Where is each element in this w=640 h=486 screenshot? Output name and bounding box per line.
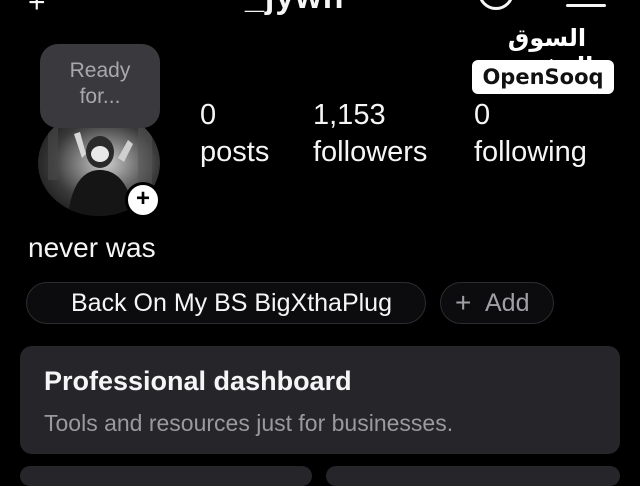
- edit-profile-button[interactable]: [20, 466, 312, 486]
- dashboard-subtitle: Tools and resources just for businesses.: [44, 410, 454, 436]
- note-bubble[interactable]: Ready for...: [40, 44, 160, 128]
- note-text-line2: for...: [79, 85, 121, 108]
- followers-count: 1,153: [313, 99, 386, 131]
- following-count: 0: [474, 99, 491, 131]
- posts-label: posts: [200, 136, 270, 168]
- add-chip-label: Add: [485, 289, 530, 317]
- watermark-brand: OpenSooq: [472, 60, 614, 94]
- stat-following[interactable]: 0 following: [474, 98, 587, 172]
- top-bar: + _jywn: [0, 0, 640, 22]
- note-text-line1: Ready: [69, 59, 131, 82]
- opensooq-watermark: السوق المفتوح OpenSooq: [466, 24, 626, 98]
- posts-count: 0: [200, 99, 217, 131]
- threads-icon[interactable]: [478, 0, 514, 10]
- add-chip[interactable]: + Add: [440, 282, 554, 324]
- followers-label: followers: [313, 136, 428, 168]
- share-profile-button[interactable]: [326, 466, 620, 486]
- username-header[interactable]: _jywn: [245, 0, 344, 17]
- add-story-icon[interactable]: +: [125, 182, 161, 218]
- professional-dashboard-card[interactable]: Professional dashboard Tools and resourc…: [20, 346, 620, 454]
- music-chip[interactable]: Back On My BS BigXthaPlug: [26, 282, 426, 324]
- dashboard-title: Professional dashboard: [44, 366, 352, 396]
- plus-icon: +: [455, 287, 472, 318]
- profile-bio: never was: [28, 232, 156, 263]
- stat-followers[interactable]: 1,153 followers: [313, 98, 427, 172]
- menu-icon[interactable]: [566, 4, 606, 7]
- following-label: following: [474, 136, 587, 168]
- stat-posts[interactable]: 0 posts: [200, 98, 269, 172]
- create-icon[interactable]: +: [28, 0, 46, 20]
- music-chip-label: Back On My BS BigXthaPlug: [71, 289, 392, 317]
